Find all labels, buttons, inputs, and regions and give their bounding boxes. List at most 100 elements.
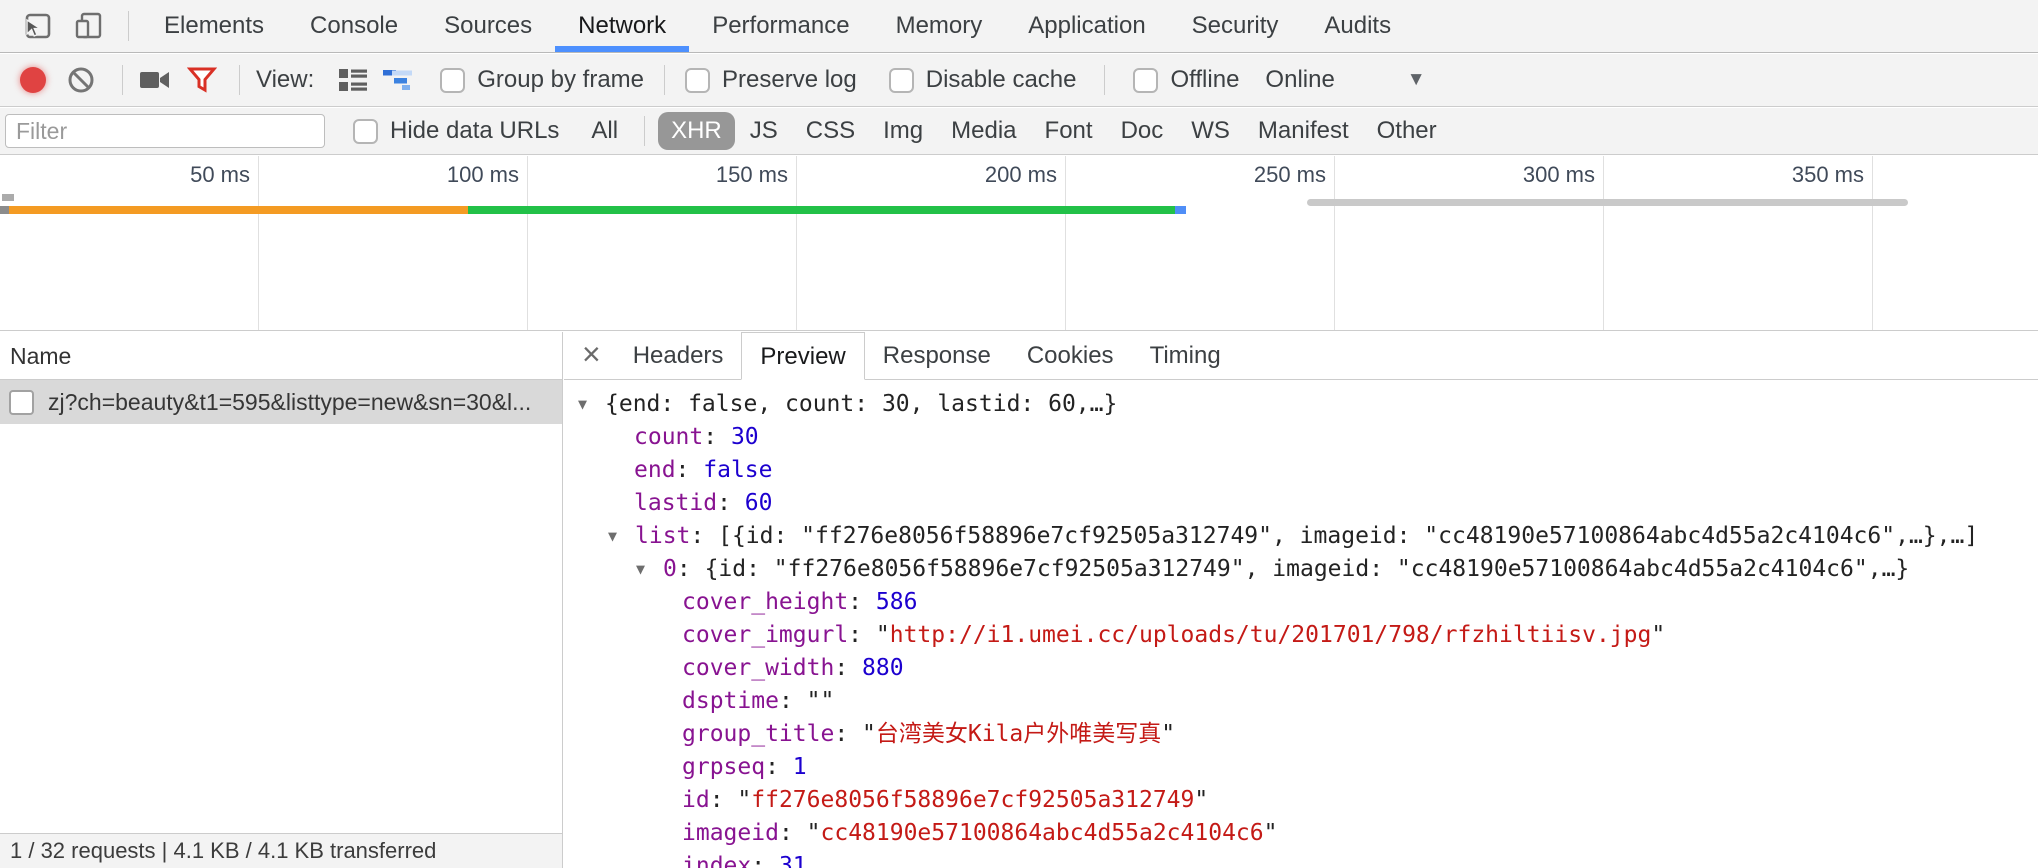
filter-type-all[interactable]: All: [578, 112, 631, 150]
tab-network[interactable]: Network: [555, 0, 689, 52]
clear-button[interactable]: [66, 65, 96, 95]
json-key: count: [634, 424, 703, 450]
preserve-log-checkbox[interactable]: Preserve log: [685, 66, 857, 94]
toolbar-separator: [664, 65, 665, 95]
preview-tree-line[interactable]: end: false: [564, 454, 2038, 487]
show-waterfall-icon[interactable]: [382, 67, 416, 93]
preview-tree-line[interactable]: cover_imgurl: "http://i1.umei.cc/uploads…: [564, 619, 2038, 652]
filter-type-js[interactable]: JS: [737, 112, 791, 150]
close-icon[interactable]: ×: [582, 338, 601, 370]
filter-type-img[interactable]: Img: [870, 112, 936, 150]
name-column-header[interactable]: Name: [0, 332, 562, 380]
json-number: 586: [876, 589, 918, 615]
preview-tree-line[interactable]: ▼{end: false, count: 30, lastid: 60,…}: [564, 388, 2038, 421]
network-main-area: Name zj?ch=beauty&t1=595&listtype=new&sn…: [0, 332, 2038, 868]
json-text: ": [1161, 721, 1175, 747]
detail-tab-preview[interactable]: Preview: [741, 332, 864, 380]
checkbox-box[interactable]: [440, 68, 465, 93]
checkbox-label: Hide data URLs: [390, 117, 559, 145]
disable-cache-checkbox[interactable]: Disable cache: [889, 66, 1077, 94]
json-text: :: [676, 457, 704, 483]
detail-tab-cookies[interactable]: Cookies: [1009, 332, 1132, 380]
tab-memory[interactable]: Memory: [873, 0, 1006, 52]
overview-scrollbar-thumb[interactable]: [1307, 199, 1908, 206]
detail-tab-timing[interactable]: Timing: [1132, 332, 1239, 380]
timeline-tick-label: 100 ms: [369, 162, 519, 188]
filter-type-other[interactable]: Other: [1364, 112, 1450, 150]
tab-console[interactable]: Console: [287, 0, 421, 52]
timeline-gridline: [1603, 156, 1604, 330]
expand-triangle-icon[interactable]: ▼: [636, 553, 663, 586]
tab-performance[interactable]: Performance: [689, 0, 872, 52]
tab-audits[interactable]: Audits: [1301, 0, 1414, 52]
inspect-element-icon[interactable]: [18, 6, 58, 46]
timeline-tick-label: 50 ms: [100, 162, 250, 188]
waterfall-segment-stalled: [0, 206, 9, 214]
preview-tree-line[interactable]: grpseq: 1: [564, 751, 2038, 784]
detail-tab-response[interactable]: Response: [865, 332, 1009, 380]
filter-type-xhr[interactable]: XHR: [658, 112, 735, 150]
json-key: cover_width: [682, 655, 834, 681]
preview-tree-line[interactable]: dsptime: "": [564, 685, 2038, 718]
filter-type-font[interactable]: Font: [1032, 112, 1106, 150]
tab-elements[interactable]: Elements: [141, 0, 287, 52]
preview-tree-line[interactable]: index: 31: [564, 850, 2038, 868]
tab-sources[interactable]: Sources: [421, 0, 555, 52]
toolbar-separator: [128, 11, 129, 41]
waterfall-segment-waiting-orange: [9, 206, 468, 214]
checkbox-box[interactable]: [353, 119, 378, 144]
view-large-rows-icon[interactable]: [338, 67, 368, 93]
filter-icon[interactable]: [187, 65, 217, 95]
hide-data-urls-checkbox[interactable]: Hide data URLs: [353, 117, 559, 145]
requests-panel: Name zj?ch=beauty&t1=595&listtype=new&sn…: [0, 332, 563, 868]
waterfall-segment-blue-tip: [1175, 206, 1186, 214]
request-checkbox[interactable]: [9, 390, 34, 415]
throttling-select[interactable]: Online: [1265, 66, 1334, 94]
toolbar-separator: [1104, 65, 1105, 95]
preview-tree-line[interactable]: lastid: 60: [564, 487, 2038, 520]
filter-type-ws[interactable]: WS: [1178, 112, 1243, 150]
chevron-down-icon[interactable]: ▼: [1407, 69, 1426, 91]
json-text: :: [848, 589, 876, 615]
checkbox-box[interactable]: [1133, 68, 1158, 93]
tab-application[interactable]: Application: [1005, 0, 1168, 52]
filter-type-media[interactable]: Media: [938, 112, 1029, 150]
json-text: ": [737, 787, 751, 813]
offline-checkbox[interactable]: Offline: [1133, 66, 1239, 94]
json-key: cover_imgurl: [682, 622, 848, 648]
json-text: ": [807, 820, 821, 846]
expand-triangle-icon[interactable]: ▼: [608, 520, 635, 553]
record-button[interactable]: [20, 67, 46, 93]
device-toolbar-icon[interactable]: [70, 6, 110, 46]
json-text: :: [848, 622, 876, 648]
json-text: ": [862, 721, 876, 747]
request-row[interactable]: zj?ch=beauty&t1=595&listtype=new&sn=30&l…: [0, 380, 562, 424]
json-number: 1: [793, 754, 807, 780]
preview-tree-line[interactable]: cover_height: 586: [564, 586, 2038, 619]
preview-tree-line[interactable]: group_title: "台湾美女Kila户外唯美写真": [564, 718, 2038, 751]
tab-security[interactable]: Security: [1169, 0, 1302, 52]
preview-tree-line[interactable]: count: 30: [564, 421, 2038, 454]
filter-input[interactable]: [5, 114, 325, 148]
group-by-frame-checkbox[interactable]: Group by frame: [440, 66, 644, 94]
network-filter-bar: Hide data URLs All XHRJSCSSImgMediaFontDo…: [0, 108, 2038, 155]
filter-type-css[interactable]: CSS: [793, 112, 868, 150]
preview-tree-line[interactable]: cover_width: 880: [564, 652, 2038, 685]
preview-tree-line[interactable]: id: "ff276e8056f58896e7cf92505a312749": [564, 784, 2038, 817]
capture-screenshots-icon[interactable]: [139, 68, 171, 92]
preview-tree-line[interactable]: ▼0: {id: "ff276e8056f58896e7cf92505a3127…: [564, 553, 2038, 586]
json-number: false: [703, 457, 772, 483]
filter-type-manifest[interactable]: Manifest: [1245, 112, 1362, 150]
checkbox-box[interactable]: [685, 68, 710, 93]
network-toolbar: View: Group by frame Preserve log Disabl…: [0, 54, 2038, 107]
network-overview-timeline[interactable]: 50 ms100 ms150 ms200 ms250 ms300 ms350 m…: [0, 156, 2038, 331]
filter-type-doc[interactable]: Doc: [1108, 112, 1177, 150]
preview-tree-line[interactable]: imageid: "cc48190e57100864abc4d55a2c4104…: [564, 817, 2038, 850]
checkbox-box[interactable]: [889, 68, 914, 93]
json-key: id: [682, 787, 710, 813]
json-text: :: [751, 853, 779, 868]
detail-tab-headers[interactable]: Headers: [615, 332, 742, 380]
preview-tree-line[interactable]: ▼list: [{id: "ff276e8056f58896e7cf92505a…: [564, 520, 2038, 553]
preview-json-tree: ▼{end: false, count: 30, lastid: 60,…}co…: [564, 381, 2038, 868]
expand-triangle-icon[interactable]: ▼: [578, 388, 605, 421]
